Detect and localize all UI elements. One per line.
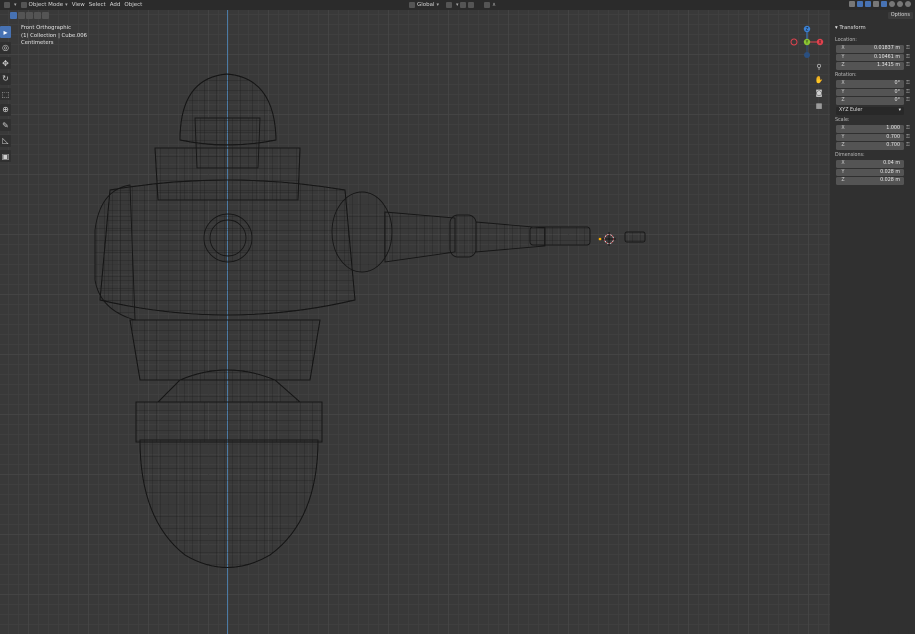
material-preview-icon[interactable] [897, 1, 903, 7]
mode-selector[interactable]: Object Mode ▾ [20, 0, 68, 10]
lock-icon[interactable]: ⚿ [906, 54, 910, 60]
gizmo-y-label: Y [805, 40, 809, 45]
proportional-editing-icon [484, 2, 490, 8]
3d-viewport[interactable] [0, 0, 915, 634]
wireframe-model[interactable] [0, 0, 915, 634]
grid-icon[interactable]: ▦ [814, 101, 824, 111]
rotation-y-field[interactable]: Y 0° [836, 88, 904, 96]
lock-icon[interactable]: ⚿ [906, 80, 910, 86]
visibility-icon[interactable] [849, 1, 855, 7]
dimensions-z-field[interactable]: Z 0.028 m [836, 177, 904, 185]
menu-view[interactable]: View [72, 0, 85, 10]
menu-add[interactable]: Add [110, 0, 121, 10]
lock-icon[interactable]: ⚿ [906, 89, 910, 95]
menu-select[interactable]: Select [89, 0, 106, 10]
scale-y-field[interactable]: Y 0.700 [836, 133, 904, 141]
menu-object[interactable]: Object [124, 0, 142, 10]
wireframe-shading-icon[interactable] [881, 1, 887, 7]
lock-icon[interactable]: ⚿ [906, 62, 910, 68]
hand-pan-icon[interactable]: ✋ [814, 75, 824, 85]
rotation-z-field[interactable]: Z 0° [836, 97, 904, 105]
scale-z-field[interactable]: Z 0.700 [836, 142, 904, 150]
object-origin [598, 237, 602, 241]
move-tool[interactable]: ✥ [0, 57, 11, 69]
dimensions-label: Dimensions: [835, 153, 865, 158]
snap-toggle[interactable] [460, 2, 476, 8]
gizmo-x-label: X [819, 40, 822, 45]
proportional-editing-toggle[interactable]: ∧ [484, 0, 496, 10]
measure-tool[interactable]: ◺ [0, 134, 11, 147]
chevron-down-icon: ▾ [898, 108, 901, 113]
rotation-mode-dropdown[interactable]: XYZ Euler ▾ [836, 107, 904, 115]
lower-pod [139, 439, 319, 568]
zoom-icon[interactable]: ⚲ [814, 62, 824, 72]
location-x-field[interactable]: X 0.01837 m [836, 45, 904, 53]
selection-mode-row [10, 12, 50, 19]
snap-icon [460, 2, 466, 8]
snap-target-icon [468, 2, 474, 8]
navigation-gizmo[interactable]: Z X Y [789, 24, 827, 62]
view-name: Front Orthographic [21, 25, 71, 31]
location-label: Location: [835, 38, 857, 43]
rendered-shading-icon[interactable] [905, 1, 911, 7]
options-button[interactable]: Options [887, 12, 913, 19]
shoulder [331, 191, 393, 273]
pivot-icon [446, 2, 452, 8]
lock-icon[interactable]: ⚿ [906, 134, 910, 140]
editor-type-button[interactable]: ▾ [4, 0, 17, 10]
arm [384, 211, 456, 263]
transform-panel-header[interactable]: ▾ Transform [835, 25, 866, 31]
scale-label: Scale: [835, 118, 850, 123]
n-panel-sidebar: Options ▾ Transform Location: X 0.01837 m… [830, 10, 915, 634]
3d-viewport-icon [4, 2, 10, 8]
cursor-tool[interactable]: ◎ [0, 41, 11, 54]
gizmo-neg-z-icon [804, 52, 810, 58]
viewport-info-overlay: Front Orthographic (1) Collection | Cube… [21, 25, 87, 48]
unit-system: Centimeters [21, 40, 54, 46]
dimensions-x-field[interactable]: X 0.04 m [836, 160, 904, 168]
annotate-tool[interactable]: ✎ [0, 119, 11, 131]
3d-cursor [602, 232, 616, 246]
add-cube-tool[interactable]: ▣ [0, 150, 11, 162]
select-tool[interactable]: ▸ [0, 26, 11, 38]
orientation-icon [409, 2, 415, 8]
collection-line: (1) Collection | Cube.006 [21, 32, 88, 39]
torso-lower [129, 319, 321, 381]
lock-icon[interactable]: ⚿ [906, 125, 910, 131]
solid-shading-icon[interactable] [889, 1, 895, 7]
overlay-toggle-icon[interactable] [865, 1, 871, 7]
view-navigation-buttons: ⚲ ✋ ◙ ▦ [814, 62, 824, 114]
rotation-x-field[interactable]: X 0° [836, 80, 904, 88]
lock-icon[interactable]: ⚿ [906, 45, 910, 51]
base-ring [135, 401, 323, 443]
object-mode-icon [20, 2, 27, 8]
gizmo-neg-x-icon [790, 38, 798, 46]
tool-shelf: ▸ ◎ ✥ ↻ ⬚ ⊕ ✎ ◺ ▣ [0, 26, 11, 166]
transform-tool[interactable]: ⊕ [0, 103, 11, 116]
xray-toggle-icon[interactable] [873, 1, 879, 7]
transform-orientation-selector[interactable]: Global ▾ [409, 0, 439, 10]
rotation-label: Rotation: [835, 73, 857, 78]
gizmo-z-label: Z [806, 27, 809, 32]
pivot-point-selector[interactable]: ▾ [446, 0, 459, 10]
header-right-tools [847, 1, 911, 7]
select-subtract-icon[interactable] [26, 12, 33, 19]
dimensions-y-field[interactable]: Y 0.028 m [836, 168, 904, 176]
location-z-field[interactable]: Z 1.3415 m [836, 62, 904, 70]
select-invert-icon[interactable] [34, 12, 41, 19]
select-intersect-icon[interactable] [42, 12, 49, 19]
falloff-icon: ∧ [492, 2, 497, 8]
scale-x-field[interactable]: X 1.000 [836, 125, 904, 133]
lock-icon[interactable]: ⚿ [906, 97, 910, 103]
scale-tool[interactable]: ⬚ [0, 88, 11, 100]
location-y-field[interactable]: Y 0.10461 m [836, 53, 904, 61]
select-new-icon[interactable] [10, 12, 17, 19]
select-extend-icon[interactable] [18, 12, 25, 19]
rotate-tool[interactable]: ↻ [0, 72, 11, 85]
viewport-header: ▾ Object Mode ▾ View Select Add Object Gl… [0, 0, 915, 10]
camera-icon[interactable]: ◙ [814, 88, 824, 98]
lock-icon[interactable]: ⚿ [906, 142, 910, 148]
gizmo-toggle-icon[interactable] [857, 1, 863, 7]
